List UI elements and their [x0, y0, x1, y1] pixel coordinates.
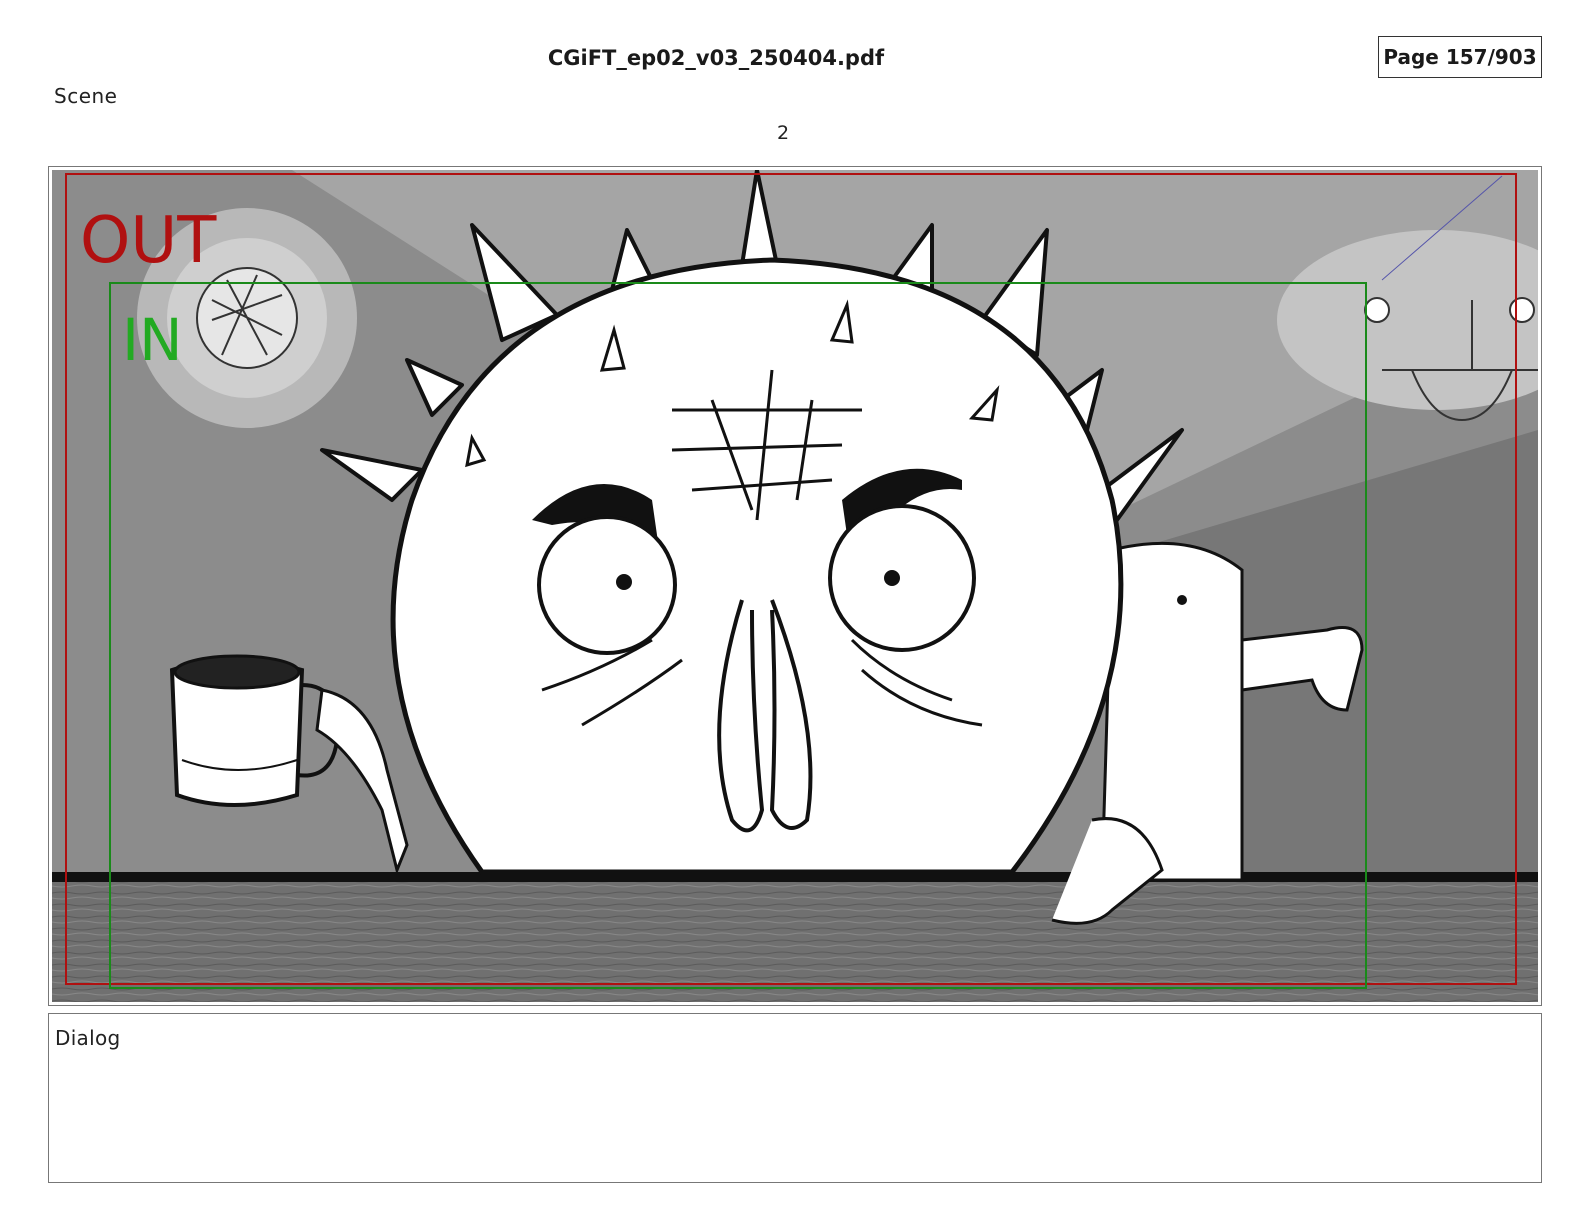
dialog-box: Dialog [48, 1013, 1542, 1183]
safe-frame-out-label: OUT [80, 204, 217, 278]
page-indicator: Page 157/903 [1378, 36, 1542, 78]
storyboard-drawing: OUT IN [52, 170, 1538, 1002]
document-title: CGiFT_ep02_v03_250404.pdf [547, 46, 885, 70]
left-eye [537, 515, 677, 655]
storyboard-panel: OUT IN [48, 166, 1542, 1006]
scene-number: 2 [776, 122, 790, 144]
scene-label: Scene [54, 84, 118, 108]
safe-frame-in-label: IN [122, 306, 183, 374]
dialog-label: Dialog [55, 1026, 121, 1050]
right-eye [828, 504, 976, 652]
